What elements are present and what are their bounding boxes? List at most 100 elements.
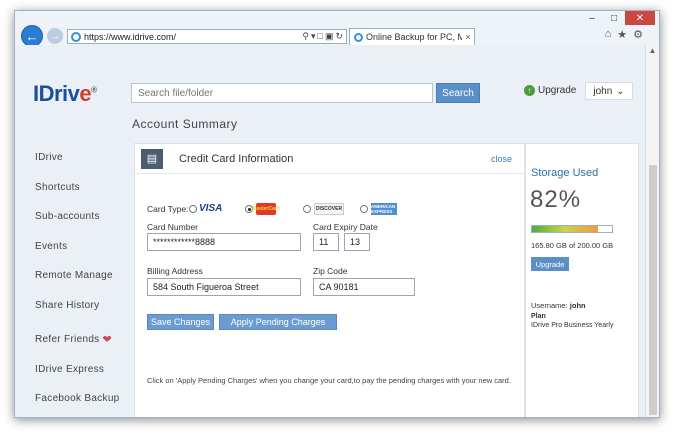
address-bar[interactable]: https://www.idrive.com/ ⚲ ▾ □ ▣ ↻ [67,29,347,44]
sidebar-item-label: IDrive [35,152,63,164]
sidebar: IDrive Shortcuts Sub-accounts Events Rem… [35,143,131,414]
visa-logo: VISA [199,203,223,214]
storage-percent: 82% [530,186,582,213]
discover-logo: DISCOVER [314,203,344,215]
scroll-thumb[interactable] [649,165,657,415]
upgrade-link[interactable]: ↑ Upgrade [524,85,576,96]
card-number-field[interactable]: ************8888 [147,233,301,251]
credit-card-panel: ▤ Credit Card Information close Card Typ… [134,143,525,417]
expiry-month-field[interactable]: 11 [313,233,339,251]
username-value: john [569,301,586,310]
refresh-icon[interactable]: ↻ [335,31,343,42]
dropdown-icon[interactable]: ▾ [311,31,316,42]
mastercard-logo: MasterCard [252,203,280,215]
favorites-star-icon[interactable]: ★ [617,28,627,41]
expiry-year-field[interactable]: 13 [344,233,370,251]
plan-label: Plan [531,313,546,320]
user-menu-name: john [593,85,613,97]
sidebar-item-idrive[interactable]: IDrive [35,143,131,173]
radio-discover[interactable] [303,205,311,213]
sidebar-item-label: Share History [35,299,100,311]
search-icon[interactable]: ⚲ [302,31,309,42]
lock-icon[interactable]: □ [318,31,323,42]
tab-title: Online Backup for PC, Mac ... [366,32,462,42]
sidebar-item-idrive-express[interactable]: IDrive Express [35,355,131,385]
forward-arrow-icon: → [50,30,60,42]
home-icon[interactable]: ⌂ [605,28,612,41]
username-line: Username: john [531,301,586,310]
storage-usage-text: 165.80 GB of 200.00 GB [531,241,614,250]
maximize-button[interactable]: □ [603,11,625,25]
tab-close-icon[interactable]: × [462,32,474,42]
idrive-logo[interactable]: IDrive® [33,81,97,107]
amex-logo: AMERICAN EXPRESS [371,203,397,215]
card-type-label: Card Type: [147,204,189,214]
card-number-label: Card Number [147,222,199,232]
upgrade-label: Upgrade [538,85,577,96]
back-arrow-icon: ← [25,28,39,44]
info-note: Click on 'Apply Pending Charges' when yo… [147,376,511,385]
storage-progress-fill [532,226,598,232]
settings-gear-icon[interactable]: ⚙ [633,28,643,41]
forward-button[interactable]: → [47,28,63,44]
page-title: Account Summary [132,117,238,131]
address-url[interactable]: https://www.idrive.com/ [84,32,302,42]
scroll-up-icon[interactable]: ▲ [646,45,659,57]
back-button[interactable]: ← [21,25,43,47]
user-menu[interactable]: john ⌄ [585,82,633,100]
window-controls: – □ ✕ [581,11,655,25]
sidebar-item-shortcuts[interactable]: Shortcuts [35,173,131,203]
expiry-label: Card Expiry Date [313,222,378,232]
sidebar-item-label: Events [35,240,68,252]
sidebar-item-remote-manage[interactable]: Remote Manage [35,261,131,291]
credit-card-icon: ▤ [141,148,163,169]
close-link[interactable]: close [491,154,512,164]
zip-code-field[interactable]: CA 90181 [313,278,415,296]
sidebar-item-events[interactable]: Events [35,232,131,262]
storage-progress-bar [531,225,613,233]
logo-e: e [79,81,92,106]
sidebar-item-refer-friends[interactable]: Refer Friends ❤ [35,325,131,355]
apply-pending-charges-button[interactable]: Apply Pending Charges [219,314,337,330]
zip-code-label: Zip Code [313,266,348,276]
browser-toolbar-icons: ⌂ ★ ⚙ [605,28,643,41]
chevron-down-icon: ⌄ [616,85,625,97]
sidebar-item-label: Shortcuts [35,181,80,193]
logo-text: IDriv [33,81,80,106]
sidebar-item-facebook-backup[interactable]: Facebook Backup [35,384,131,414]
tab-favicon-icon [354,32,363,42]
upgrade-button[interactable]: Upgrade [531,257,569,271]
search-button[interactable]: Search [436,83,480,103]
vertical-scrollbar[interactable]: ▲ [645,45,659,417]
address-tools: ⚲ ▾ □ ▣ ↻ [302,31,346,42]
minimize-button[interactable]: – [581,11,603,25]
search-input[interactable] [131,83,433,103]
logo-registered: ® [91,85,97,95]
close-window-button[interactable]: ✕ [625,11,655,25]
sidebar-item-label: Refer Friends [35,334,100,346]
billing-address-label: Billing Address [147,266,203,276]
radio-visa[interactable] [189,205,197,213]
compat-view-icon[interactable]: ▣ [325,31,334,42]
sidebar-item-label: Sub-accounts [35,211,100,223]
billing-address-field[interactable]: 584 South Figueroa Street [147,278,301,296]
storage-panel: Storage Used 82% 165.80 GB of 200.00 GB … [525,143,639,417]
sidebar-item-share-history[interactable]: Share History [35,291,131,321]
save-changes-button[interactable]: Save Changes [147,314,214,330]
card-header: ▤ Credit Card Information close [135,144,524,174]
sidebar-item-label: Remote Manage [35,270,113,282]
radio-amex[interactable] [360,205,368,213]
page-content: IDrive® Search ↑ Upgrade john ⌄ Account … [15,45,655,417]
sidebar-item-label: IDrive Express [35,363,105,375]
browser-tab[interactable]: Online Backup for PC, Mac ... × [349,28,475,45]
sidebar-item-label: Facebook Backup [35,393,120,405]
card-title: Credit Card Information [179,152,294,165]
plan-value: IDrive Pro Business Yearly [531,322,614,329]
sidebar-item-sub-accounts[interactable]: Sub-accounts [35,202,131,232]
username-label: Username: [531,301,568,310]
storage-title: Storage Used [531,167,599,179]
upgrade-arrow-icon: ↑ [524,85,535,96]
browser-chrome: – □ ✕ ← → https://www.idrive.com/ ⚲ ▾ □ … [15,11,659,47]
browser-window: – □ ✕ ← → https://www.idrive.com/ ⚲ ▾ □ … [14,10,660,418]
heart-icon: ❤ [102,334,113,347]
